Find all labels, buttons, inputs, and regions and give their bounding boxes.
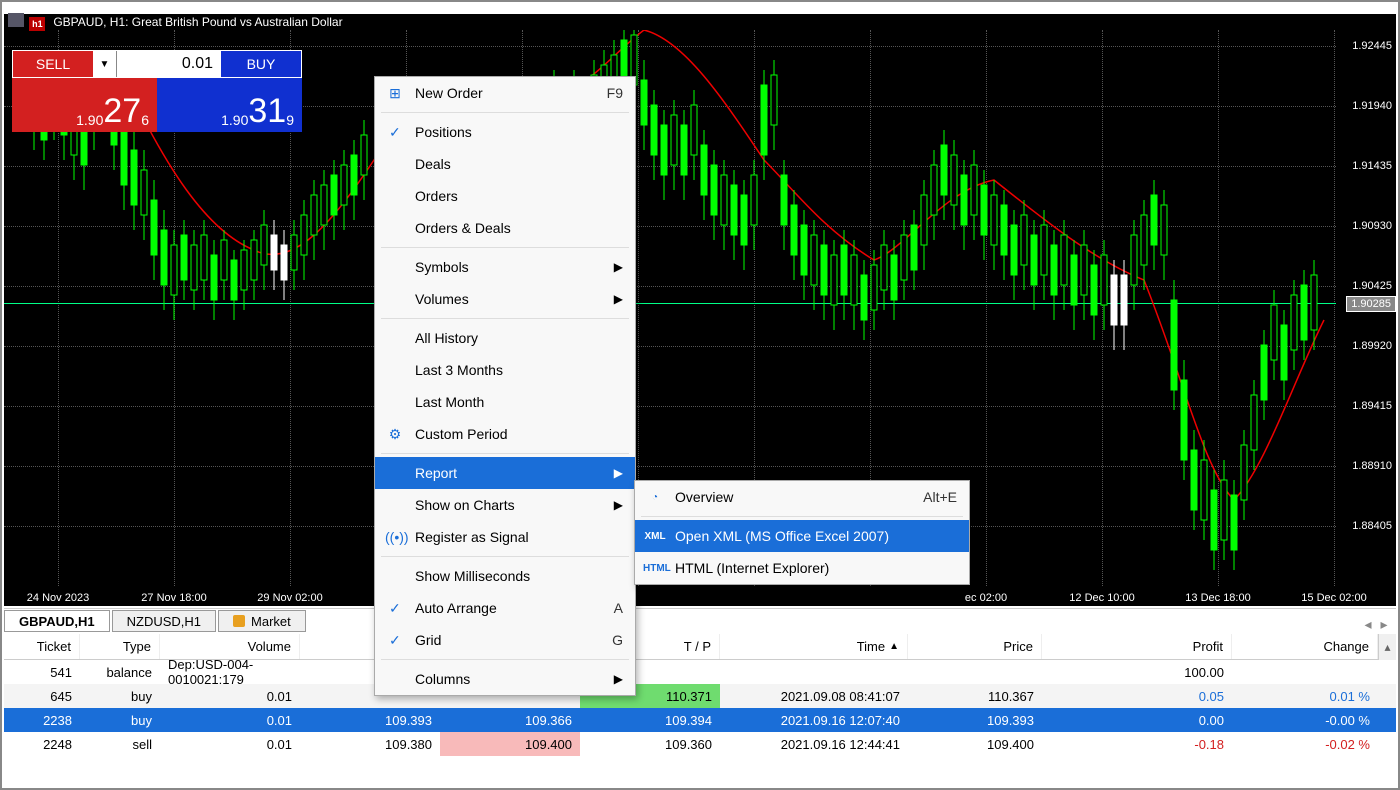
volume-dropdown[interactable]: ▼ — [93, 51, 117, 77]
sell-price-box[interactable]: 1.90 27 6 — [12, 78, 157, 132]
one-click-trading-panel: SELL ▼ 0.01 BUY 1.90 27 6 1.90 31 9 — [12, 50, 302, 132]
price-tick: 1.92445 — [1352, 40, 1392, 52]
time-tick: 12 Dec 10:00 — [1069, 592, 1134, 604]
buy-price-box[interactable]: 1.90 31 9 — [157, 78, 302, 132]
price-tick: 1.90425 — [1352, 280, 1392, 292]
price-tick: 1.88405 — [1352, 520, 1392, 532]
ctx-show-on-charts[interactable]: Show on Charts▶ — [375, 489, 635, 521]
table-row[interactable]: 2248 sell 0.01 109.380 109.400 109.360 2… — [4, 732, 1396, 756]
price-tick: 1.88910 — [1352, 460, 1392, 472]
chart-title: GBPAUD, H1: Great British Pound vs Austr… — [53, 15, 342, 29]
ctx-auto-arrange[interactable]: ✓ Auto Arrange A — [375, 592, 635, 624]
context-menu: ⊞ New Order F9 ✓ Positions Deals Orders … — [374, 76, 636, 696]
report-submenu: ◔ Overview Alt+E XML Open XML (MS Office… — [634, 480, 970, 585]
table-scroll-up[interactable]: ▴ — [1378, 634, 1396, 660]
ctx-last-3-months[interactable]: Last 3 Months — [375, 354, 635, 386]
time-tick: 13 Dec 18:00 — [1185, 592, 1250, 604]
ctx-orders-deals[interactable]: Orders & Deals — [375, 212, 635, 244]
sell-button[interactable]: SELL — [13, 51, 93, 77]
calendar-icon — [8, 13, 24, 27]
ctx-columns[interactable]: Columns▶ — [375, 663, 635, 695]
table-row[interactable]: 2238 buy 0.01 109.393 109.366 109.394 20… — [4, 708, 1396, 732]
sub-html[interactable]: HTML HTML (Internet Explorer) — [635, 552, 969, 584]
buy-price-sup: 9 — [286, 112, 294, 128]
ctx-symbols[interactable]: Symbols▶ — [375, 251, 635, 283]
submenu-arrow-icon: ▶ — [614, 292, 623, 306]
time-tick: 27 Nov 18:00 — [141, 592, 206, 604]
check-icon: ✓ — [389, 632, 401, 649]
buy-price-big: 31 — [248, 94, 286, 128]
sort-asc-icon: ▲ — [889, 641, 899, 652]
time-tick: 15 Dec 02:00 — [1301, 592, 1366, 604]
buy-button[interactable]: BUY — [221, 51, 301, 77]
time-tick: ec 02:00 — [965, 592, 1007, 604]
sub-overview[interactable]: ◔ Overview Alt+E — [635, 481, 969, 513]
check-icon: ✓ — [389, 124, 401, 141]
ctx-volumes[interactable]: Volumes▶ — [375, 283, 635, 315]
time-scale: 24 Nov 2023 27 Nov 18:00 29 Nov 02:00 30… — [4, 586, 1336, 606]
table-row[interactable]: 541 balance Dep:USD-004-0010021:179 100.… — [4, 660, 1396, 684]
table-row[interactable]: 645 buy 0.01 110.371 2021.09.08 08:41:07… — [4, 684, 1396, 708]
current-price-tag: 1.90285 — [1346, 296, 1396, 312]
th-profit[interactable]: Profit — [1042, 634, 1232, 659]
tab-scroll-right[interactable]: ▸ — [1376, 616, 1392, 632]
time-tick: 24 Nov 2023 — [27, 592, 89, 604]
chart-tabstrip: GBPAUD,H1 NZDUSD,H1 Market ◂ ▸ — [4, 608, 1396, 632]
price-tick: 1.91435 — [1352, 160, 1392, 172]
submenu-arrow-icon: ▶ — [614, 672, 623, 686]
ctx-register-signal[interactable]: ((•)) Register as Signal — [375, 521, 635, 553]
html-icon: HTML — [643, 563, 667, 574]
price-tick: 1.91940 — [1352, 100, 1392, 112]
th-change[interactable]: Change — [1232, 634, 1378, 659]
submenu-arrow-icon: ▶ — [614, 498, 623, 512]
ctx-report[interactable]: Report▶ — [375, 457, 635, 489]
price-tick: 1.90930 — [1352, 220, 1392, 232]
th-volume[interactable]: Volume — [160, 634, 300, 659]
terminal-table: Ticket Type Volume T / P Time▲ Price Pro… — [4, 634, 1396, 778]
price-tick: 1.89415 — [1352, 400, 1392, 412]
market-icon — [233, 615, 245, 627]
th-time[interactable]: Time▲ — [720, 634, 908, 659]
gear-icon: ⚙ — [385, 426, 405, 443]
ctx-show-milliseconds[interactable]: Show Milliseconds — [375, 560, 635, 592]
sell-price-sup: 6 — [141, 112, 149, 128]
price-scale: 1.92445 1.91940 1.91435 1.90930 1.90425 … — [1338, 30, 1396, 586]
timeframe-icon: h1 — [29, 17, 45, 31]
sell-price-big: 27 — [103, 94, 141, 128]
ctx-grid[interactable]: ✓ Grid G — [375, 624, 635, 656]
th-ticket[interactable]: Ticket — [4, 634, 80, 659]
chart-title-bar: h1 GBPAUD, H1: Great British Pound vs Au… — [4, 14, 1396, 30]
signal-icon: ((•)) — [385, 529, 405, 545]
ctx-custom-period[interactable]: ⚙ Custom Period — [375, 418, 635, 450]
th-type[interactable]: Type — [80, 634, 160, 659]
chart-tab-gbpaud[interactable]: GBPAUD,H1 — [4, 610, 110, 632]
volume-input[interactable]: 0.01 — [117, 51, 221, 77]
th-price2[interactable]: Price — [908, 634, 1042, 659]
plus-icon: ⊞ — [385, 85, 405, 102]
xml-icon: XML — [643, 531, 667, 542]
price-tick: 1.89920 — [1352, 340, 1392, 352]
sell-price-prefix: 1.90 — [76, 112, 103, 128]
tabstrip-arrows: ◂ ▸ — [1360, 616, 1396, 632]
sub-open-xml[interactable]: XML Open XML (MS Office Excel 2007) — [635, 520, 969, 552]
ctx-new-order[interactable]: ⊞ New Order F9 — [375, 77, 635, 109]
ctx-orders[interactable]: Orders — [375, 180, 635, 212]
time-tick: 29 Nov 02:00 — [257, 592, 322, 604]
ctx-last-month[interactable]: Last Month — [375, 386, 635, 418]
ctx-deals[interactable]: Deals — [375, 148, 635, 180]
submenu-arrow-icon: ▶ — [614, 260, 623, 274]
overview-icon: ◔ — [643, 492, 667, 503]
tab-scroll-left[interactable]: ◂ — [1360, 616, 1376, 632]
ctx-all-history[interactable]: All History — [375, 322, 635, 354]
check-icon: ✓ — [389, 600, 401, 617]
ctx-positions[interactable]: ✓ Positions — [375, 116, 635, 148]
chart-tab-nzdusd[interactable]: NZDUSD,H1 — [112, 610, 216, 632]
buy-price-prefix: 1.90 — [221, 112, 248, 128]
submenu-arrow-icon: ▶ — [614, 466, 623, 480]
chart-tab-market[interactable]: Market — [218, 610, 306, 632]
